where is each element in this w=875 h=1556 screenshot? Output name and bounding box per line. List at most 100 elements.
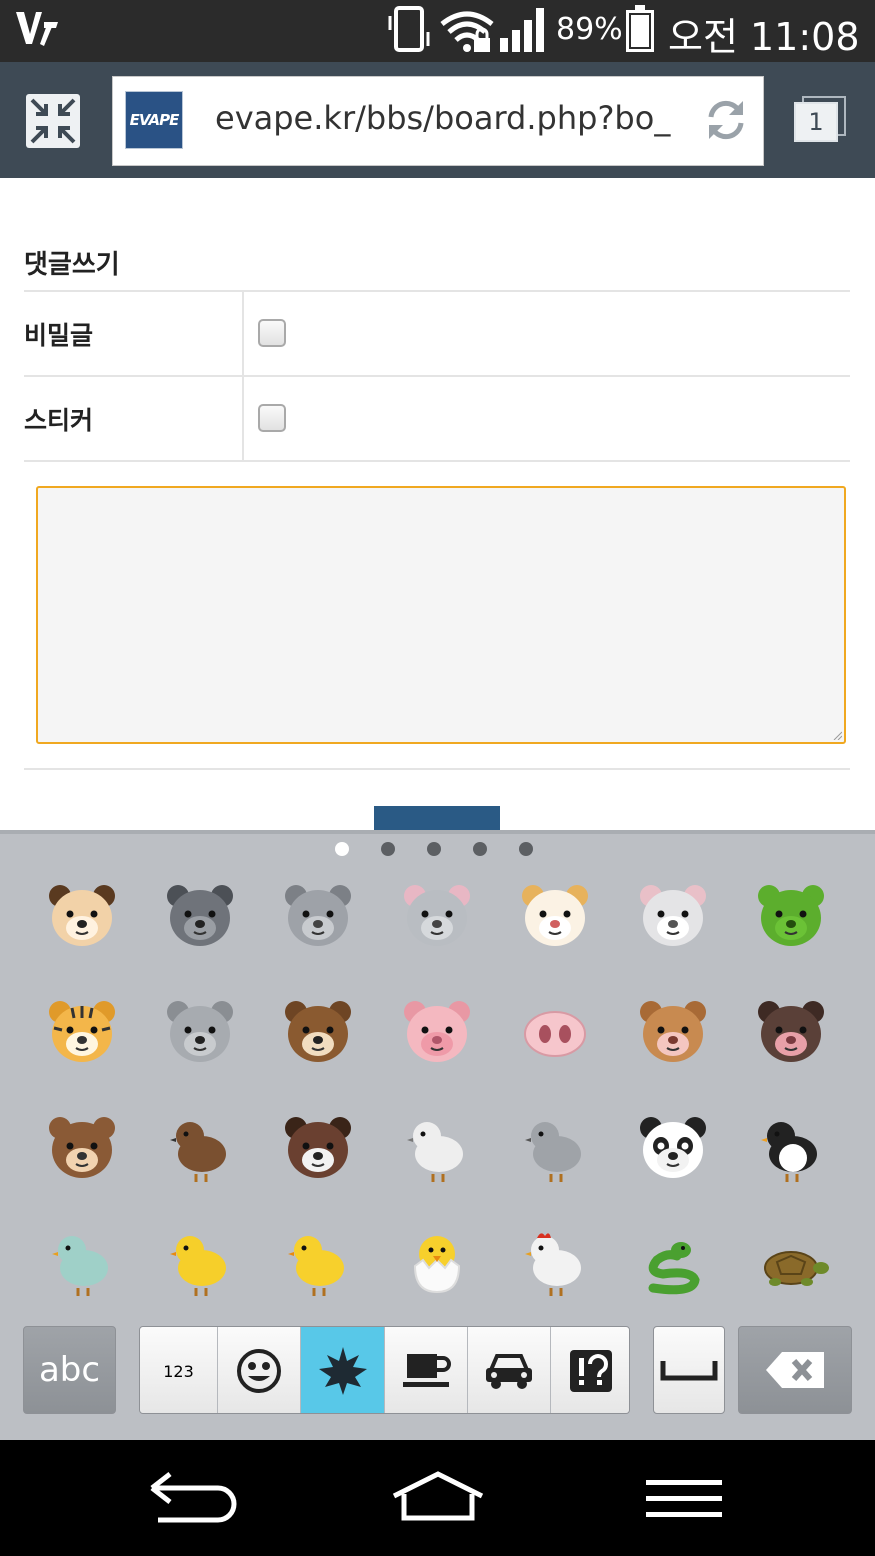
legs bbox=[194, 1174, 208, 1182]
nose bbox=[195, 920, 205, 928]
legs bbox=[431, 1174, 445, 1182]
car-icon[interactable] bbox=[468, 1327, 551, 1413]
eye bbox=[539, 910, 547, 918]
snake-emoji[interactable] bbox=[633, 1222, 713, 1302]
horse-emoji[interactable] bbox=[278, 1108, 358, 1188]
refresh-icon[interactable] bbox=[703, 97, 749, 147]
turtle-icon bbox=[764, 1251, 829, 1286]
rooster-emoji[interactable] bbox=[515, 1222, 595, 1302]
tiger-icon bbox=[49, 1001, 115, 1062]
keyboard-bottom-row: abc 123 bbox=[0, 1326, 875, 1416]
koala-emoji[interactable] bbox=[160, 992, 240, 1072]
cow-icon bbox=[640, 1001, 706, 1062]
eye bbox=[563, 910, 571, 918]
nose bbox=[77, 1152, 87, 1160]
front-chick-icon bbox=[288, 1236, 344, 1296]
backspace-icon[interactable] bbox=[738, 1326, 852, 1414]
sheep-emoji[interactable] bbox=[397, 1108, 477, 1188]
nose bbox=[668, 1152, 678, 1160]
head bbox=[413, 1122, 441, 1150]
eye bbox=[775, 1026, 783, 1034]
baby-chick-emoji[interactable] bbox=[160, 1222, 240, 1302]
wolf-emoji[interactable] bbox=[160, 876, 240, 956]
bird-emoji[interactable] bbox=[42, 1222, 122, 1302]
page-dot[interactable] bbox=[381, 842, 395, 856]
symbols-icon[interactable] bbox=[551, 1327, 629, 1413]
home-icon[interactable] bbox=[390, 1470, 486, 1526]
tiger-emoji[interactable] bbox=[42, 992, 122, 1072]
comment-form-table: 비밀글 스티커 bbox=[24, 290, 850, 462]
eye bbox=[428, 1247, 434, 1253]
mouse-emoji[interactable] bbox=[397, 876, 477, 956]
sticker-checkbox[interactable] bbox=[258, 404, 286, 432]
eye bbox=[657, 910, 665, 918]
hatching-chick-emoji[interactable] bbox=[397, 1222, 477, 1302]
tabs-icon[interactable]: 1 bbox=[794, 96, 846, 142]
frog-icon bbox=[758, 885, 824, 946]
page-dot[interactable] bbox=[427, 842, 441, 856]
back-icon[interactable] bbox=[148, 1470, 238, 1526]
elephant-emoji[interactable] bbox=[515, 1108, 595, 1188]
comment-textarea[interactable] bbox=[36, 486, 846, 744]
beak bbox=[170, 1138, 176, 1142]
eye bbox=[538, 1245, 544, 1251]
head bbox=[176, 1236, 204, 1264]
beak bbox=[407, 1138, 413, 1142]
eye bbox=[208, 1026, 216, 1034]
eye bbox=[681, 910, 689, 918]
cup-icon[interactable] bbox=[385, 1327, 468, 1413]
page-dot[interactable] bbox=[473, 842, 487, 856]
turtle-emoji[interactable] bbox=[751, 1222, 831, 1302]
pig-emoji[interactable] bbox=[397, 992, 477, 1072]
minimize-icon[interactable] bbox=[24, 92, 82, 150]
pig-nose-emoji[interactable] bbox=[515, 992, 595, 1072]
tab-count: 1 bbox=[794, 102, 838, 142]
clock: 오전 11:08 bbox=[668, 15, 860, 59]
site-favicon: EVAPE bbox=[125, 91, 183, 149]
number-key[interactable]: 123 bbox=[140, 1327, 218, 1413]
monkey-face-emoji[interactable] bbox=[42, 1108, 122, 1188]
bird-icon bbox=[52, 1236, 108, 1296]
url-bar[interactable]: EVAPE evape.kr/bbs/board.php?bo_ bbox=[112, 76, 764, 166]
resize-grip-icon[interactable] bbox=[832, 730, 842, 740]
wolf-icon bbox=[167, 885, 233, 946]
eye bbox=[440, 1247, 446, 1253]
battery-percent: 89% bbox=[556, 12, 623, 47]
submit-button[interactable] bbox=[374, 806, 500, 830]
nose bbox=[77, 1036, 87, 1044]
menu-icon[interactable] bbox=[644, 1470, 724, 1526]
frog-emoji[interactable] bbox=[751, 876, 831, 956]
belly bbox=[779, 1144, 807, 1172]
front-chick-emoji[interactable] bbox=[278, 1222, 358, 1302]
navigation-bar bbox=[0, 1440, 875, 1556]
penguin-emoji[interactable] bbox=[751, 1108, 831, 1188]
bear-emoji[interactable] bbox=[278, 992, 358, 1072]
smiley-icon[interactable] bbox=[218, 1327, 301, 1413]
url-text[interactable]: evape.kr/bbs/board.php?bo_ bbox=[215, 99, 687, 137]
cow-emoji[interactable] bbox=[633, 992, 713, 1072]
eye bbox=[799, 910, 807, 918]
page-indicator bbox=[0, 842, 875, 858]
page-dot[interactable] bbox=[519, 842, 533, 856]
eye bbox=[445, 1026, 453, 1034]
vibrate-icon bbox=[386, 6, 434, 58]
nose bbox=[77, 920, 87, 928]
sticker-row: 스티커 bbox=[24, 377, 850, 462]
abc-key[interactable]: abc bbox=[23, 1326, 116, 1414]
eye bbox=[657, 1142, 665, 1150]
nose bbox=[313, 1152, 323, 1160]
boar-emoji[interactable] bbox=[751, 992, 831, 1072]
nostril bbox=[539, 1025, 551, 1043]
eye bbox=[90, 1142, 98, 1150]
panda-emoji[interactable] bbox=[633, 1108, 713, 1188]
space-icon[interactable] bbox=[653, 1326, 725, 1414]
cat-emoji[interactable] bbox=[278, 876, 358, 956]
eye bbox=[184, 910, 192, 918]
secret-checkbox[interactable] bbox=[258, 319, 286, 347]
page-dot[interactable] bbox=[335, 842, 349, 856]
dog-emoji[interactable] bbox=[42, 876, 122, 956]
hamster-emoji[interactable] bbox=[515, 876, 595, 956]
monkey-emoji[interactable] bbox=[160, 1108, 240, 1188]
leaf-icon[interactable] bbox=[301, 1327, 385, 1413]
rabbit-emoji[interactable] bbox=[633, 876, 713, 956]
